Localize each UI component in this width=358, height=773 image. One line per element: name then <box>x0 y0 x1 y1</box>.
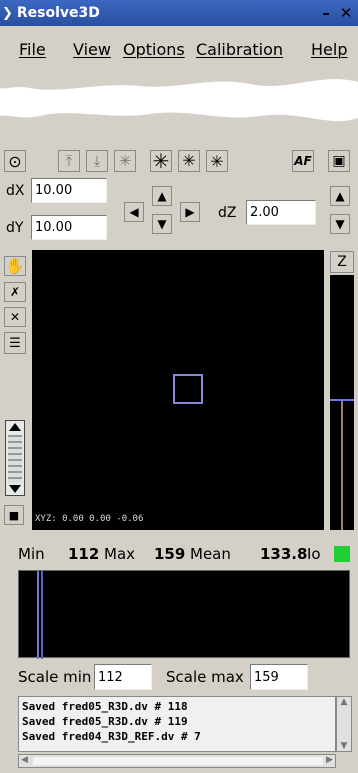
move-down-button[interactable]: ▼ <box>152 214 172 234</box>
focus-down-icon[interactable]: ⤓ <box>86 150 108 172</box>
menu-file[interactable]: File <box>19 40 46 59</box>
menu-view[interactable]: View <box>73 40 111 59</box>
star-down-icon[interactable]: ✳ <box>206 150 228 172</box>
io-indicator <box>334 546 350 562</box>
min-label: Min <box>18 545 45 563</box>
window-menu-icon[interactable]: ❯ <box>2 6 13 21</box>
log-area[interactable]: Saved fred05_R3D.dv # 118 Saved fred05_R… <box>18 696 336 752</box>
max-label: Max <box>104 545 136 563</box>
z-profile[interactable] <box>330 275 354 530</box>
dx-field[interactable]: 10.00 <box>31 178 107 203</box>
scale-min-label: Scale min <box>18 668 92 686</box>
torn-edge-bottom <box>0 112 358 142</box>
stop-icon[interactable]: ■ <box>4 505 24 525</box>
scale-max-field[interactable]: 159 <box>250 664 308 690</box>
scale-max-label: Scale max <box>166 668 244 686</box>
window-title: Resolve3D <box>16 5 100 21</box>
close-button[interactable]: ✕ <box>338 4 354 22</box>
hand-icon[interactable]: ✋ <box>4 256 26 276</box>
target-icon[interactable]: ⊙ <box>4 150 26 172</box>
max-value: 159 <box>154 545 186 563</box>
log-line: Saved fred04_R3D_REF.dv # 7 <box>22 730 201 743</box>
move-up-button[interactable]: ▲ <box>152 186 172 206</box>
star-up-icon[interactable]: ✳ <box>178 150 200 172</box>
z-down-button[interactable]: ▼ <box>330 214 350 234</box>
star-icon[interactable]: ✳ <box>150 149 172 173</box>
roi-box[interactable] <box>173 374 203 404</box>
focus-center-icon[interactable]: ✳ <box>114 150 136 172</box>
move-left-button[interactable]: ◀ <box>124 202 144 222</box>
mean-value: 133.8 <box>260 545 308 563</box>
cross-icon[interactable]: ✕ <box>4 307 26 327</box>
log-line: Saved fred05_R3D.dv # 118 <box>22 700 188 713</box>
dy-field[interactable]: 10.00 <box>31 215 107 240</box>
dz-field[interactable]: 2.00 <box>246 200 316 225</box>
dx-label: dX <box>6 183 25 199</box>
torn-edge-top <box>0 60 358 90</box>
dy-label: dY <box>6 220 24 236</box>
log-hscrollbar[interactable]: ◀ ▶ <box>18 754 336 768</box>
zoom-slider[interactable] <box>5 420 25 496</box>
af-button[interactable]: AF <box>292 150 314 172</box>
xyz-readout: XYZ: 0.00 0.00 -0.06 <box>35 514 144 524</box>
move-right-button[interactable]: ▶ <box>180 202 200 222</box>
menu-calibration[interactable]: Calibration <box>196 40 283 59</box>
log-line: Saved fred05_R3D.dv # 119 <box>22 715 188 728</box>
select-icon[interactable]: ✗ <box>4 282 26 302</box>
focus-up-icon[interactable]: ⤒ <box>58 150 80 172</box>
scale-min-field[interactable]: 112 <box>94 664 152 690</box>
dz-label: dZ <box>218 205 237 221</box>
z-up-button[interactable]: ▲ <box>330 186 350 206</box>
io-label: Io <box>307 545 321 563</box>
min-value: 112 <box>68 545 100 563</box>
image-viewer[interactable]: XYZ: 0.00 0.00 -0.06 <box>32 250 324 530</box>
list-icon[interactable]: ☰ <box>4 332 26 354</box>
log-vscrollbar[interactable]: ▲ ▼ <box>336 696 352 752</box>
menu-help[interactable]: Help <box>311 40 347 59</box>
histogram[interactable] <box>18 570 350 659</box>
menu-options[interactable]: Options <box>123 40 185 59</box>
z-label-button[interactable]: Z <box>330 251 354 273</box>
camera-icon[interactable]: ▣ <box>328 150 350 172</box>
title-bar: ❯ Resolve3D – ✕ <box>0 0 358 26</box>
mean-label: Mean <box>190 545 231 563</box>
minimize-button[interactable]: – <box>318 4 334 22</box>
